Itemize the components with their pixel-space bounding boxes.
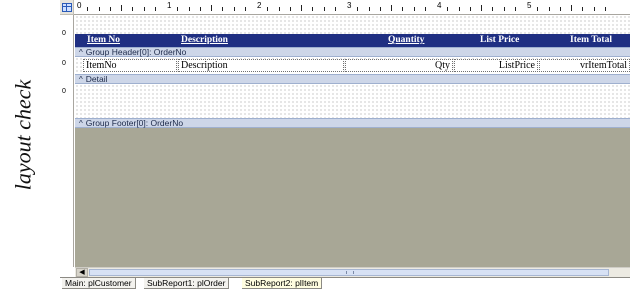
ruler-tick — [211, 5, 212, 11]
ruler-tick — [312, 7, 314, 11]
ruler-tick — [177, 7, 179, 11]
ruler-tick — [188, 7, 190, 11]
group-header-bar-label: ^ Group Header[0]: OrderNo — [79, 47, 186, 57]
column-header-description[interactable]: Description — [181, 35, 281, 47]
column-header-item-no[interactable]: Item No — [87, 35, 167, 47]
scroll-left-arrow-icon[interactable]: ◀ — [76, 268, 88, 277]
ruler-tick — [379, 7, 381, 11]
ruler-tick — [278, 7, 280, 11]
ruler-tick — [492, 7, 494, 11]
ruler-label-5: 5 — [527, 1, 532, 10]
ruler-tick — [143, 7, 145, 11]
ruler-tick — [357, 7, 359, 11]
horizontal-ruler: 0 1 2 3 4 5 — [74, 0, 630, 15]
ruler-tick — [154, 7, 156, 11]
collapse-caret-icon[interactable]: ^ — [79, 75, 83, 84]
ruler-tick — [132, 7, 134, 11]
vruler-mark-2: 0 — [62, 60, 66, 67]
column-header-quantity[interactable]: Quantity — [388, 35, 452, 47]
ruler-tick — [233, 7, 235, 11]
ruler-tick — [424, 7, 426, 11]
field-description[interactable]: Description — [178, 59, 344, 72]
field-qty[interactable]: Qty — [345, 59, 453, 72]
ruler-label-4: 4 — [437, 1, 442, 10]
tab-subreport1-plorder[interactable]: SubReport1: plOrder — [144, 278, 230, 289]
ruler-label-1: 1 — [167, 1, 172, 10]
ruler-tick — [199, 7, 201, 11]
ruler-tick — [447, 7, 449, 11]
ruler-tick — [481, 5, 482, 11]
ruler-tick — [244, 7, 246, 11]
ruler-tick — [593, 7, 595, 11]
vruler-mark-3: 0 — [62, 88, 66, 95]
ruler-tick — [109, 7, 111, 11]
ruler-label-2: 2 — [257, 1, 262, 10]
ruler-tick — [514, 7, 516, 11]
horizontal-scrollbar[interactable]: ◀ — [75, 267, 630, 277]
ruler-tick — [458, 7, 460, 11]
ruler-tick — [334, 7, 336, 11]
ruler-tick — [469, 7, 471, 11]
ruler-tick — [98, 7, 100, 11]
vruler-mark-1: 0 — [62, 30, 66, 37]
tab-main-plcustomer[interactable]: Main: plCustomer — [62, 278, 136, 289]
ruler-tick — [323, 7, 325, 11]
ruler-tick — [571, 5, 572, 11]
ruler-tick — [402, 7, 404, 11]
group-header-bar[interactable]: ^ Group Header[0]: OrderNo — [75, 47, 630, 57]
field-listprice[interactable]: ListPrice — [454, 59, 538, 72]
group-footer-title: Group Footer[0]: OrderNo — [85, 118, 184, 128]
ruler-tick — [604, 7, 606, 11]
ruler-label-3: 3 — [347, 1, 352, 10]
detail-title: Detail — [85, 74, 108, 84]
detail-band[interactable] — [75, 84, 630, 118]
detail-bar[interactable]: ^ Detail — [75, 74, 630, 84]
group-footer-bar[interactable]: ^ Group Footer[0]: OrderNo — [75, 118, 630, 128]
ruler-tick — [503, 7, 505, 11]
ruler-corner[interactable] — [60, 0, 74, 15]
ruler-tick — [548, 7, 550, 11]
ruler-tick — [121, 5, 122, 11]
scrollbar-thumb[interactable] — [89, 269, 609, 276]
report-canvas: Item No Description Quantity List Price … — [75, 15, 630, 267]
collapse-caret-icon[interactable]: ^ — [79, 48, 83, 57]
ruler-tick — [559, 7, 561, 11]
ruler-tick — [301, 5, 302, 11]
group-footer-bar-label: ^ Group Footer[0]: OrderNo — [79, 118, 183, 128]
report-tab-bar: Main: plCustomer SubReport1: plOrder Sub… — [60, 277, 630, 289]
ruler-tick — [391, 5, 392, 11]
ruler-tick — [267, 7, 269, 11]
column-header-item-total[interactable]: Item Total — [570, 35, 630, 47]
side-caption-text: layout check — [10, 79, 35, 191]
ruler-label-0: 0 — [77, 1, 82, 10]
scrollbar-grip-icon — [346, 271, 354, 274]
tab-subreport2-plitem[interactable]: SubReport2: plItem — [242, 278, 323, 289]
group-header-title: Group Header[0]: OrderNo — [85, 47, 187, 57]
detail-bar-label: ^ Detail — [79, 74, 108, 84]
ruler-tick — [537, 7, 539, 11]
ruler-tick — [368, 7, 370, 11]
ruler-tick — [222, 7, 224, 11]
ruler-tick — [289, 7, 291, 11]
column-header-list-price[interactable]: List Price — [480, 35, 550, 47]
ruler-tick — [582, 7, 584, 11]
field-itemno[interactable]: ItemNo — [83, 59, 177, 72]
vertical-ruler: 0 0 0 — [60, 15, 74, 267]
ruler-tick — [413, 7, 415, 11]
report-designer: 0 1 2 3 4 5 0 0 0 Item No Description Qu… — [60, 0, 630, 289]
ruler-tick — [87, 7, 89, 11]
side-caption: layout check — [6, 60, 40, 210]
field-vritemtotal[interactable]: vrItemTotal — [539, 59, 630, 72]
designer-mode-icon[interactable] — [62, 3, 72, 12]
collapse-caret-icon[interactable]: ^ — [79, 119, 83, 128]
